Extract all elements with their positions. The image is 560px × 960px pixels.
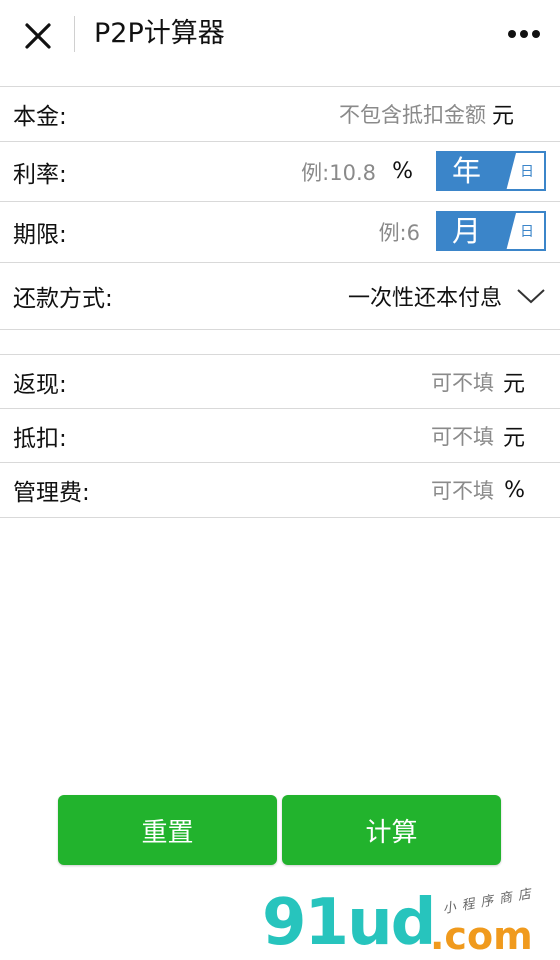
repayment-row[interactable]: 还款方式: 一次性还本付息 [0, 263, 560, 330]
term-label: 期限: [13, 222, 67, 248]
term-toggle-day[interactable]: 日 [520, 213, 534, 249]
fee-input[interactable]: 可不填 [431, 463, 494, 517]
term-toggle-month[interactable]: 月 [438, 213, 516, 249]
more-button[interactable] [506, 20, 542, 48]
term-input[interactable]: 例:6 [379, 202, 420, 262]
page-title: P2P计算器 [94, 18, 225, 49]
cashback-label: 返现: [13, 371, 67, 398]
deduction-unit: 元 [502, 425, 525, 451]
term-row: 期限: 例:6 月 日 [0, 202, 560, 263]
rate-input[interactable]: 例:10.8 [301, 142, 376, 201]
reset-button[interactable]: 重置 [58, 795, 277, 865]
rate-unit: % [392, 159, 413, 184]
watermark-main: 91ud [262, 886, 436, 960]
cashback-row: 返现: 可不填 元 [0, 354, 560, 409]
top-bar: P2P计算器 [0, 0, 560, 87]
chevron-down-icon[interactable] [516, 287, 546, 305]
close-button[interactable] [20, 18, 56, 54]
deduction-input[interactable]: 可不填 [431, 409, 494, 462]
principal-input[interactable]: 不包含抵扣金额 [339, 87, 486, 141]
cashback-unit: 元 [502, 371, 525, 397]
rate-toggle-year[interactable]: 年 [438, 153, 516, 189]
principal-row: 本金: 不包含抵扣金额 元 [0, 87, 560, 142]
watermark-small: 小程序商店 [441, 885, 538, 918]
topbar-divider [74, 16, 75, 52]
calculate-button[interactable]: 计算 [282, 795, 501, 865]
fee-row: 管理费: 可不填 % [0, 463, 560, 518]
term-period-toggle[interactable]: 月 日 [436, 211, 546, 251]
repayment-label: 还款方式: [13, 286, 113, 312]
close-icon [25, 23, 51, 49]
watermark-logo: 91ud .com 小程序商店 [262, 880, 552, 960]
watermark-suffix: .com [430, 914, 533, 958]
rate-label: 利率: [13, 161, 67, 188]
cashback-input[interactable]: 可不填 [431, 355, 494, 408]
repayment-select[interactable]: 一次性还本付息 [348, 263, 502, 329]
more-dots-icon [508, 30, 540, 38]
rate-row: 利率: 例:10.8 % 年 日 [0, 142, 560, 202]
rate-toggle-day[interactable]: 日 [520, 153, 534, 189]
deduction-row: 抵扣: 可不填 元 [0, 409, 560, 463]
fee-unit: % [504, 477, 525, 503]
rate-period-toggle[interactable]: 年 日 [436, 151, 546, 191]
deduction-label: 抵扣: [13, 425, 67, 452]
principal-label: 本金: [13, 104, 67, 130]
fee-label: 管理费: [13, 480, 90, 506]
section-gap [0, 330, 560, 354]
principal-unit: 元 [491, 104, 514, 129]
